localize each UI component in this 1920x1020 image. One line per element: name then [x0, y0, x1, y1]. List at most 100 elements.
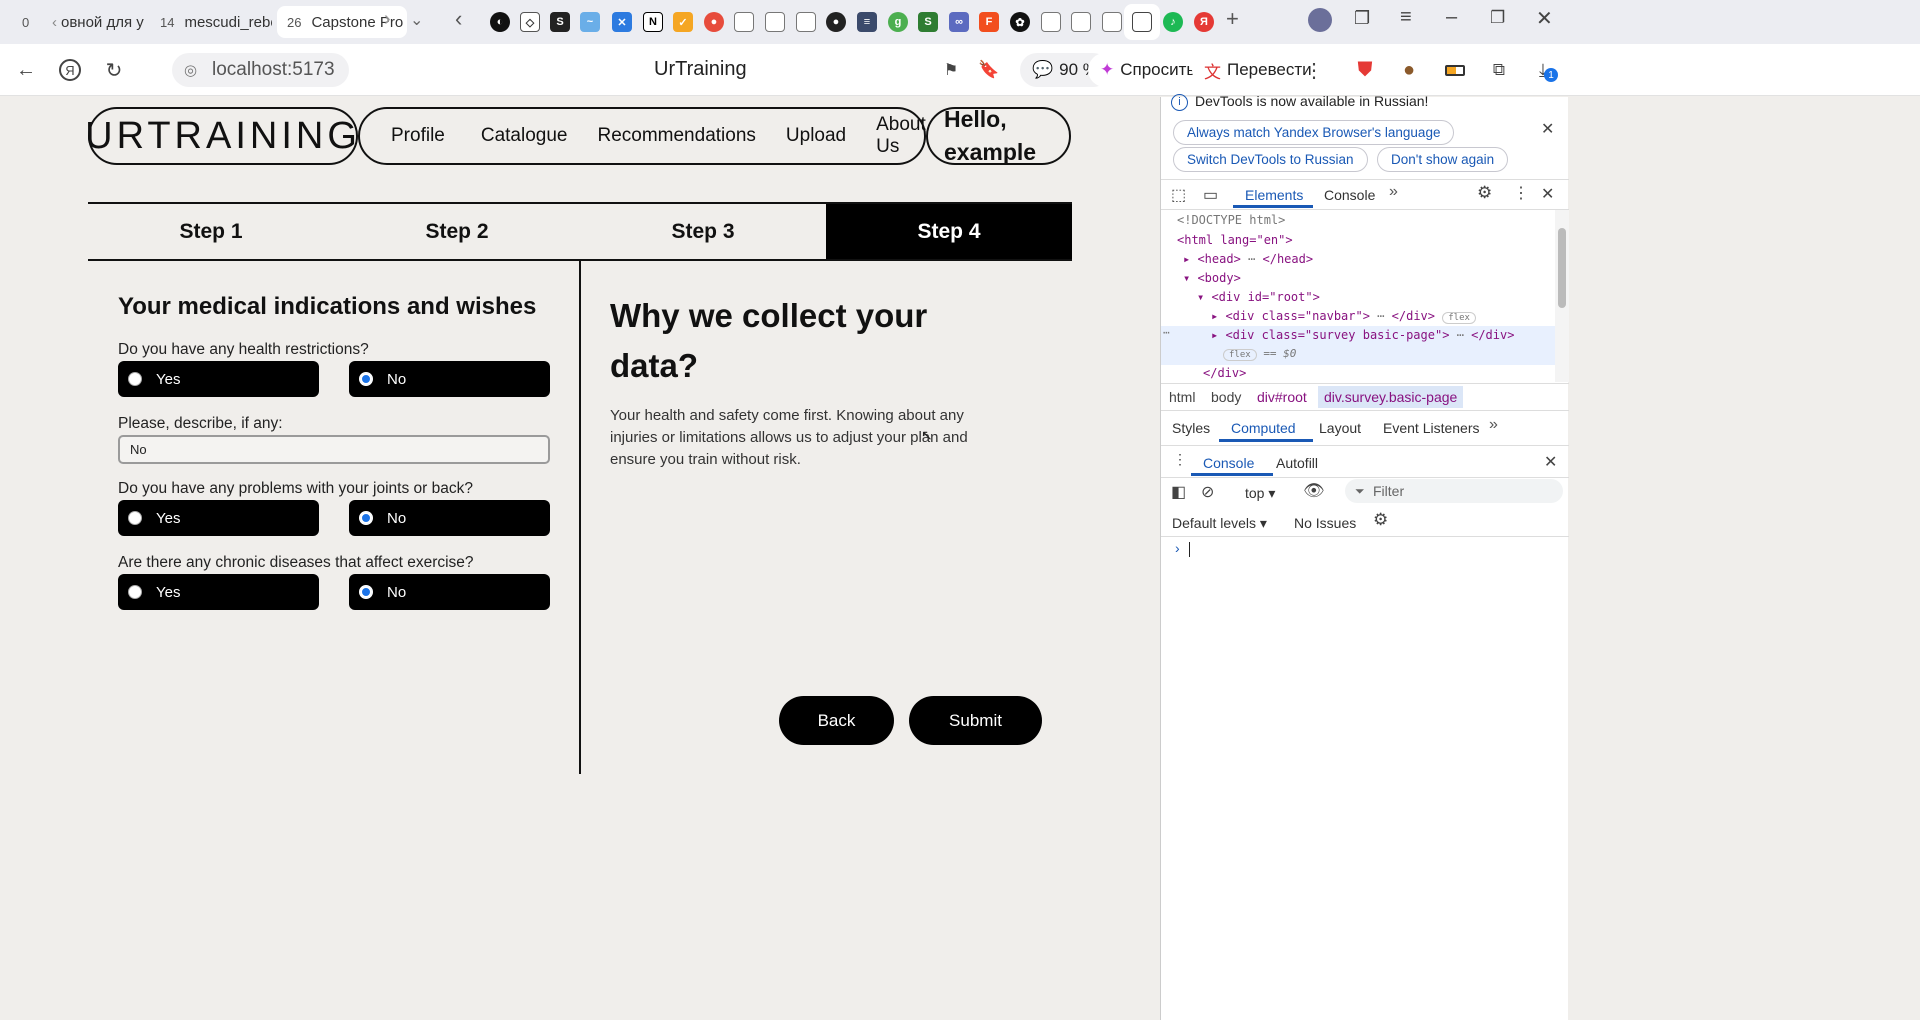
restore-icon[interactable]: ❐: [1490, 8, 1505, 28]
page-icon[interactable]: [1102, 12, 1122, 32]
sidebar-toggle-icon[interactable]: ◧: [1171, 482, 1186, 502]
log-levels-dropdown[interactable]: Default levels ▾: [1172, 515, 1267, 532]
dom-html[interactable]: <html lang="en">: [1177, 233, 1293, 247]
flex-badge[interactable]: flex: [1442, 312, 1476, 324]
q1-no-option[interactable]: No: [349, 361, 550, 397]
figma-icon[interactable]: F: [979, 12, 999, 32]
q3-yes-option[interactable]: Yes: [118, 574, 319, 610]
inspect-element-icon[interactable]: ⬚: [1171, 185, 1186, 205]
ask-button[interactable]: ✦ Спросить: [1088, 53, 1208, 87]
menu-icon[interactable]: ≡: [1400, 6, 1412, 29]
battery-icon[interactable]: [1442, 54, 1468, 86]
dom-scrollbar[interactable]: [1555, 210, 1569, 382]
subtab-event-listeners[interactable]: Event Listeners: [1383, 420, 1480, 436]
device-toolbar-icon[interactable]: ▭: [1203, 185, 1218, 205]
live-expression-eye-icon[interactable]: 👁: [1303, 481, 1325, 501]
translate-page-icon[interactable]: ⚑: [938, 54, 964, 86]
yandex-logo-icon[interactable]: Я: [56, 54, 84, 86]
dom-navbar[interactable]: ▸ <div class="navbar"> ⋯ </div> flex: [1211, 309, 1476, 324]
new-tab-icon[interactable]: +: [1226, 6, 1239, 32]
step-1[interactable]: Step 1: [88, 204, 334, 259]
crumb-root[interactable]: div#root: [1257, 389, 1307, 405]
pinned-tab-icon[interactable]: g: [888, 12, 908, 32]
close-drawer-icon[interactable]: ✕: [1544, 452, 1557, 472]
console-input-caret[interactable]: [1189, 542, 1190, 557]
github-icon[interactable]: ●: [826, 12, 846, 32]
q1-yes-option[interactable]: Yes: [118, 361, 319, 397]
nav-catalogue[interactable]: Catalogue: [481, 125, 568, 147]
q2-yes-option[interactable]: Yes: [118, 500, 319, 536]
collections-icon[interactable]: ❐: [1354, 8, 1370, 29]
dom-body[interactable]: ▾ <body>: [1183, 271, 1241, 285]
more-options-icon[interactable]: ⋮: [1513, 183, 1529, 203]
chevron-down-icon[interactable]: ⌄: [410, 10, 423, 30]
dom-root-close[interactable]: </div>: [1203, 366, 1246, 380]
shield-icon[interactable]: ⛊: [1352, 54, 1378, 86]
nav-upload[interactable]: Upload: [786, 125, 846, 147]
radio-unchecked[interactable]: [128, 372, 142, 386]
subtab-computed[interactable]: Computed: [1231, 420, 1296, 436]
page-icon[interactable]: [1041, 12, 1061, 32]
minimize-icon[interactable]: –: [1446, 6, 1457, 29]
site-info-icon[interactable]: ◎: [184, 61, 197, 79]
pinned-tab-icon[interactable]: S: [918, 12, 938, 32]
extensions-icon[interactable]: ⧉: [1486, 54, 1512, 86]
pinned-tab-icon[interactable]: ✓: [673, 12, 693, 32]
more-icon[interactable]: ⋮: [1304, 54, 1324, 86]
reload-icon[interactable]: ↻: [100, 54, 128, 86]
tab-elements[interactable]: Elements: [1245, 187, 1303, 203]
q3-no-option[interactable]: No: [349, 574, 550, 610]
settings-gear-icon[interactable]: ⚙: [1477, 183, 1492, 203]
back-arrow-icon[interactable]: ←: [12, 54, 40, 86]
dom-scrollbar-thumb[interactable]: [1558, 228, 1566, 308]
pinned-tab-icon[interactable]: ♪: [1163, 12, 1183, 32]
close-devtools-icon[interactable]: ✕: [1541, 184, 1554, 204]
console-settings-gear-icon[interactable]: ⚙: [1373, 510, 1388, 530]
dom-root[interactable]: ▾ <div id="root">: [1197, 290, 1320, 304]
radio-unchecked[interactable]: [128, 585, 142, 599]
console-filter-input[interactable]: ⏷ Filter: [1345, 479, 1563, 503]
radio-unchecked[interactable]: [128, 511, 142, 525]
profile-icon[interactable]: [1308, 8, 1332, 32]
always-match-language-button[interactable]: Always match Yandex Browser's language: [1173, 120, 1455, 145]
nav-recommendations[interactable]: Recommendations: [597, 125, 755, 147]
step-2[interactable]: Step 2: [334, 204, 580, 259]
back-button[interactable]: Back: [779, 696, 894, 745]
crumb-body[interactable]: body: [1211, 389, 1241, 405]
logo-box[interactable]: URTRAINING: [85, 107, 358, 165]
dont-show-again-button[interactable]: Don't show again: [1377, 147, 1509, 172]
page-icon[interactable]: [1071, 12, 1091, 32]
pinned-tab-icon[interactable]: ∞: [949, 12, 969, 32]
pinned-tab-icon[interactable]: ~: [580, 12, 600, 32]
drawer-menu-icon[interactable]: ⋮: [1173, 451, 1187, 468]
switch-devtools-russian-button[interactable]: Switch DevTools to Russian: [1173, 147, 1368, 172]
openai-icon[interactable]: ✿: [1010, 12, 1030, 32]
pinned-tab-icon[interactable]: S: [550, 12, 570, 32]
tab-console[interactable]: Console: [1324, 187, 1375, 203]
clear-console-icon[interactable]: ⊘: [1201, 482, 1214, 502]
drawer-tab-console[interactable]: Console: [1203, 455, 1254, 471]
more-subtabs-icon[interactable]: »: [1489, 416, 1498, 434]
bookmark-icon[interactable]: 🔖: [976, 54, 1002, 86]
user-greeting[interactable]: Hello, example: [926, 106, 1071, 165]
close-notice-icon[interactable]: ✕: [1541, 119, 1554, 139]
step-3[interactable]: Step 3: [580, 204, 826, 259]
subtab-styles[interactable]: Styles: [1172, 420, 1210, 436]
nav-about-us[interactable]: About Us: [876, 114, 926, 158]
radio-checked[interactable]: [359, 372, 373, 386]
tab-1[interactable]: ‹ овной для у: [48, 6, 144, 38]
dom-doctype[interactable]: <!DOCTYPE html>: [1177, 213, 1285, 227]
pinned-tab-icon[interactable]: ≡: [857, 12, 877, 32]
context-selector[interactable]: top ▾: [1245, 485, 1275, 502]
more-tabs-icon[interactable]: »: [1389, 183, 1398, 201]
crumb-survey[interactable]: div.survey.basic-page: [1318, 386, 1464, 408]
radio-checked[interactable]: [359, 511, 373, 525]
dom-head[interactable]: ▸ <head> ⋯ </head>: [1183, 252, 1313, 266]
cookie-icon[interactable]: ●: [1396, 54, 1422, 86]
page-icon[interactable]: [796, 12, 816, 32]
crumb-html[interactable]: html: [1169, 389, 1195, 405]
url-field[interactable]: ◎ localhost:5173: [172, 53, 349, 87]
pinned-tab-icon[interactable]: ◇: [520, 12, 540, 32]
issues-counter[interactable]: No Issues: [1294, 515, 1356, 531]
step-4[interactable]: Step 4: [826, 204, 1072, 259]
